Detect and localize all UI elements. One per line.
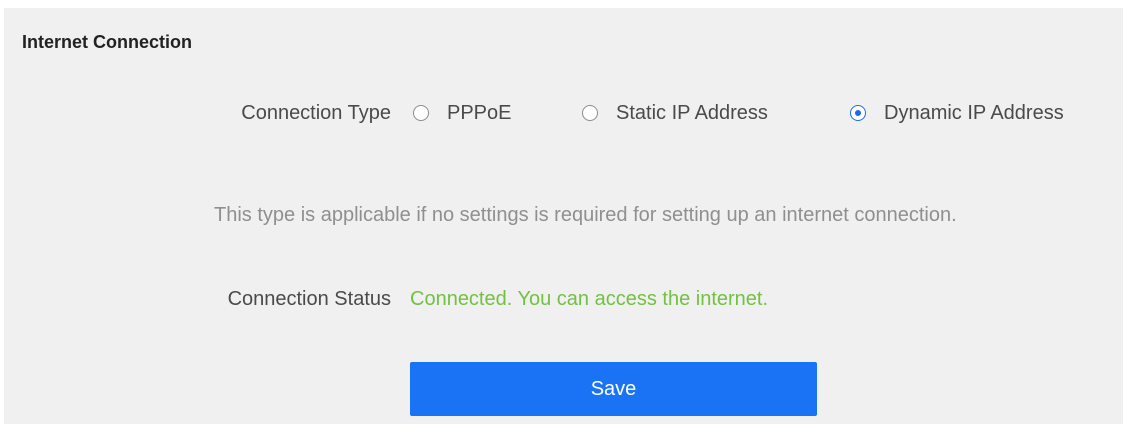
internet-connection-panel: Internet Connection Connection Type PPPo… [4,8,1123,424]
radio-checked-icon[interactable] [850,105,866,121]
radio-option-pppoe[interactable]: PPPoE [413,101,511,125]
connection-status-label: Connection Status [227,288,391,310]
radio-label-static-ip: Static IP Address [616,102,768,124]
radio-unchecked-icon[interactable] [582,105,598,121]
connection-status-value: Connected. You can access the internet. [410,288,769,310]
connection-type-label: Connection Type [241,102,391,124]
section-title: Internet Connection [22,32,192,52]
save-button[interactable]: Save [410,362,817,416]
radio-unchecked-icon[interactable] [413,105,429,121]
connection-type-hint: This type is applicable if no settings i… [214,204,957,226]
radio-option-dynamic-ip[interactable]: Dynamic IP Address [850,101,1064,125]
radio-option-static-ip[interactable]: Static IP Address [582,101,768,125]
radio-label-pppoe: PPPoE [447,102,512,124]
radio-label-dynamic-ip: Dynamic IP Address [884,102,1064,124]
